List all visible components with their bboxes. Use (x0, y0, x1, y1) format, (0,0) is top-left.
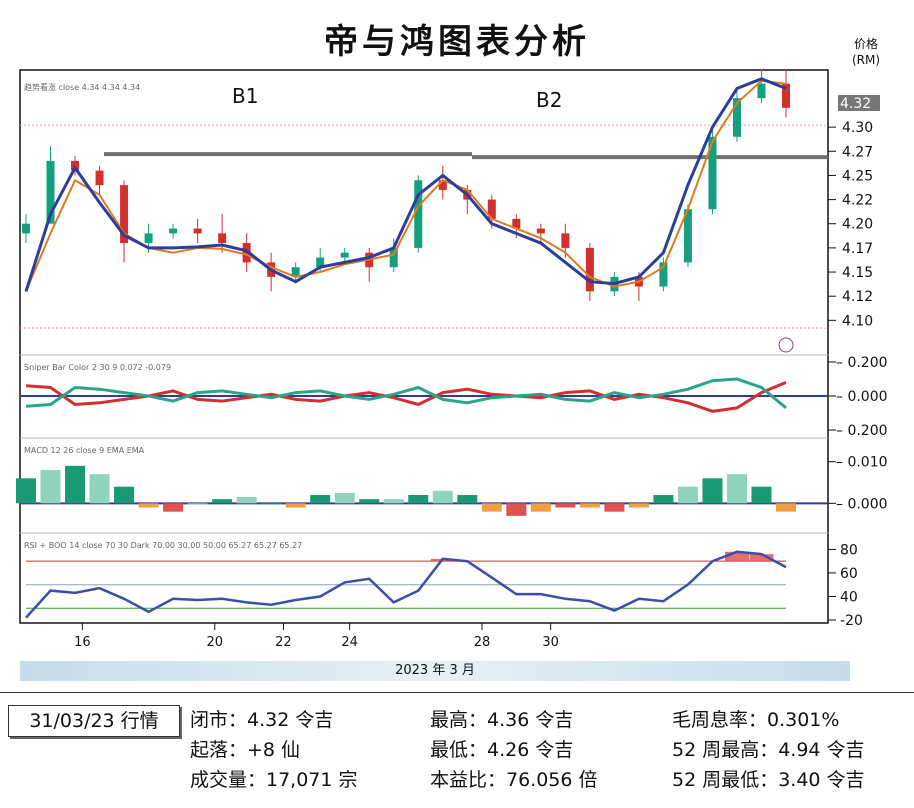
y-tick-label: 80 (840, 542, 858, 558)
y-tick-label: 4.20 (842, 217, 873, 233)
macd-bar (432, 490, 453, 504)
macd-bar (677, 486, 698, 504)
macd-bar (65, 465, 86, 504)
macd-bar (506, 503, 527, 516)
price-legend: 趋势看涨 close 4.34 4.34 4.34 (24, 82, 140, 92)
stat-52w-low: 52 周最低：3.40 令吉 (672, 769, 865, 791)
stat-close: 闭市：4.32 令吉 (190, 709, 334, 731)
stat-high: 最高：4.36 令吉 (430, 709, 574, 731)
stats-panel: 31/03/23 行情 闭市：4.32 令吉 起落：+8 仙 成交量：17,07… (0, 692, 914, 803)
period-bar: 2023 年 3 月 (20, 661, 850, 681)
date-box: 31/03/23 行情 (8, 705, 180, 737)
y-tick-label: 4.25 (842, 168, 873, 184)
stock-chart: 趋势看涨 close 4.34 4.34 4.34 B1 B2 4.32 Sniper … (16, 69, 888, 650)
x-axis-ticks: 16 20 22 24 28 30 (74, 623, 559, 650)
macd-bar (579, 503, 600, 508)
y-axis-ticks: 4.30 4.27 4.25 4.22 4.20 4.17 4.15 4.12 4.10 – 0.… (828, 120, 888, 629)
macd-bar (163, 503, 184, 512)
y-tick-label: 60 (840, 566, 858, 582)
macd-bar (359, 499, 380, 504)
y-tick-label: -20 (840, 613, 863, 629)
y-tick-label: 4.17 (842, 241, 873, 257)
stat-dividend: 毛周息率：0.301% (672, 709, 840, 731)
candle-body (585, 247, 594, 292)
x-tick-label: 24 (341, 635, 358, 650)
candle-body (340, 252, 349, 258)
macd-bar (726, 474, 747, 504)
last-price-label: 4.32 (840, 96, 871, 112)
candle-body (95, 170, 104, 186)
macd-bar (776, 503, 796, 512)
macd-bar (212, 499, 233, 504)
y-tick-label: 4.15 (842, 265, 873, 281)
macd-bar (530, 503, 551, 512)
macd-bar (40, 470, 61, 504)
macd-bar (114, 486, 135, 504)
x-tick-label: 30 (542, 635, 559, 650)
period-label: 2023 年 3 月 (395, 663, 475, 678)
y-tick-label: – 0.000 (836, 389, 888, 405)
y-tick-label: – 0.200 (836, 355, 888, 371)
y-tick-label: 40 (840, 589, 858, 605)
x-tick-label: 28 (474, 635, 491, 650)
candle-body (536, 228, 545, 234)
stat-52w-high: 52 周最高：4.94 令吉 (672, 739, 865, 761)
macd-bar (138, 503, 159, 508)
macd-bar (187, 503, 208, 505)
stat-volume: 成交量：17,071 宗 (190, 769, 358, 791)
y-tick-label: 4.10 (842, 313, 873, 329)
candle-body (218, 233, 227, 244)
y-tick-label: 4.12 (842, 289, 873, 305)
y-tick-label: 4.27 (842, 144, 873, 160)
macd-bar (481, 503, 502, 512)
macd-bar (16, 478, 36, 504)
macd-bar (285, 503, 306, 508)
macd-bar (236, 497, 257, 504)
rsi-legend: RSI + BOO 14 close 70 30 Dark 70.00 30.0… (24, 541, 302, 550)
sniper-legend: Sniper Bar Color 2 30 9 0.072 -0.079 (24, 363, 171, 372)
x-tick-label: 22 (275, 635, 292, 650)
x-tick-label: 16 (74, 635, 91, 650)
stat-low: 最低：4.26 令吉 (430, 739, 574, 761)
macd-bar (751, 486, 772, 504)
macd-bar (383, 499, 404, 504)
stat-change: 起落：+8 仙 (190, 739, 301, 761)
stat-pe: 本益比：76.056 倍 (430, 769, 598, 791)
macd-bar (334, 492, 355, 504)
y-tick-label: 4.22 (842, 193, 873, 209)
macd-bar (604, 503, 625, 512)
candle-body (22, 223, 30, 234)
macd-bar (457, 495, 478, 504)
candle-body (169, 228, 178, 234)
macd-bar (628, 503, 649, 508)
macd-bar (702, 478, 723, 504)
candle-body (144, 233, 153, 244)
candle-body (193, 228, 202, 234)
macd-bar (310, 495, 331, 504)
macd-legend: MACD 12 26 close 9 EMA EMA (24, 446, 145, 455)
y-tick-label: – 0.010 (836, 455, 888, 471)
macd-bar (555, 503, 576, 508)
macd-bar (261, 503, 282, 505)
macd-bar (408, 495, 429, 504)
annotation-b2: B2 (536, 88, 562, 112)
x-tick-label: 20 (207, 635, 224, 650)
candle-body (757, 83, 766, 99)
candle-body (561, 233, 570, 248)
y-tick-label: – 0.000 (836, 496, 888, 512)
y-tick-label: 4.30 (842, 120, 873, 136)
macd-bar (653, 495, 674, 504)
annotation-b1: B1 (232, 84, 258, 108)
y-tick-label: – 0.200 (836, 423, 888, 439)
macd-bar (89, 474, 110, 504)
